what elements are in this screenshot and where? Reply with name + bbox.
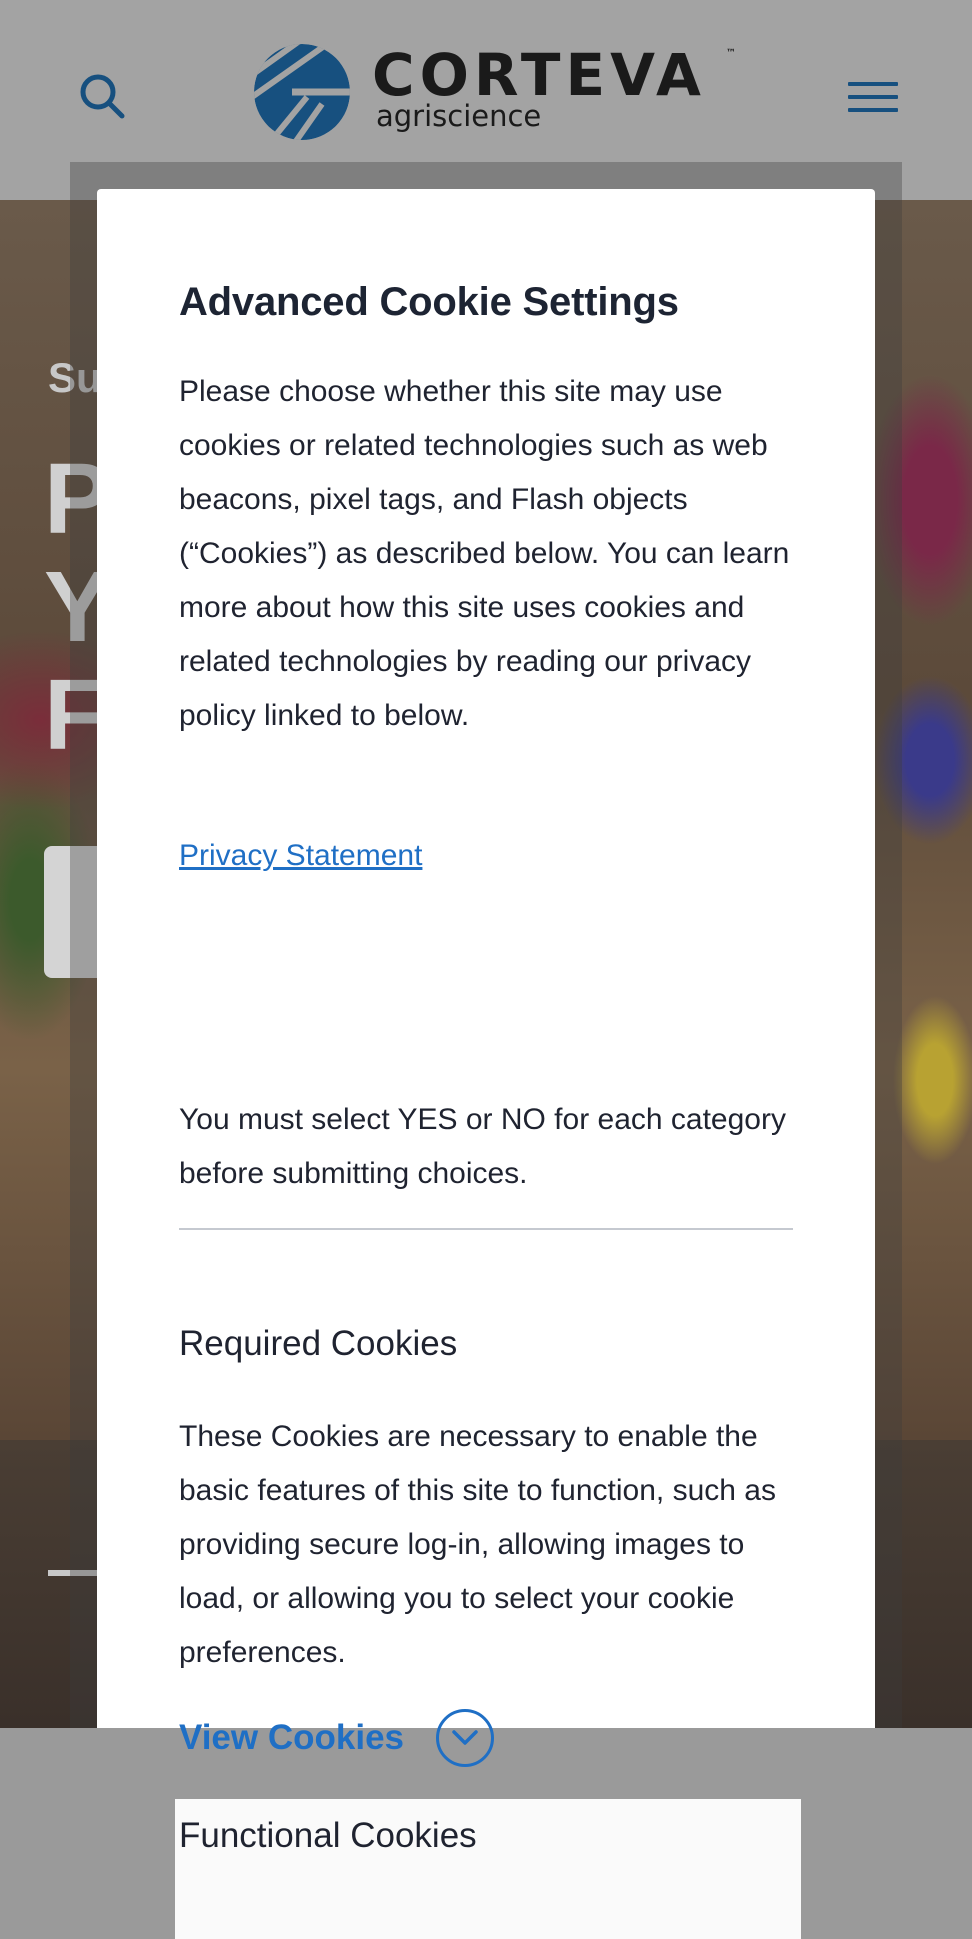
intro-text: Please choose whether this site may use … [179, 375, 790, 732]
selection-instructions: You must select YES or NO for each categ… [179, 1103, 786, 1190]
logo-trademark: ™ [726, 48, 736, 59]
privacy-statement-link[interactable]: Privacy Statement [179, 829, 422, 883]
menu-bar [848, 108, 898, 112]
menu-bar [848, 82, 898, 86]
logo-subtitle: agriscience [376, 99, 542, 133]
search-icon [80, 74, 125, 119]
view-cookies-button[interactable]: View Cookies [179, 1706, 495, 1770]
corteva-logo-mark-icon [254, 44, 350, 140]
required-cookies-description: These Cookies are necessary to enable th… [179, 1420, 776, 1669]
modal-title: Advanced Cookie Settings [179, 280, 679, 324]
logo-wordmark: CORTEVA [372, 41, 706, 109]
hamburger-menu-icon[interactable] [848, 82, 898, 118]
search-button[interactable] [76, 70, 130, 124]
view-cookies-label: View Cookies [179, 1718, 405, 1757]
chevron-down-icon[interactable] [436, 1709, 495, 1767]
cookie-settings-modal: Advanced Cookie Settings Please choose w… [97, 189, 875, 1939]
required-cookies-title: Required Cookies [179, 1324, 458, 1363]
divider [179, 1228, 793, 1230]
corteva-logo[interactable]: CORTEVA ™ agriscience [252, 42, 752, 142]
menu-bar [848, 95, 898, 99]
functional-cookies-title: Functional Cookies [179, 1816, 477, 1855]
